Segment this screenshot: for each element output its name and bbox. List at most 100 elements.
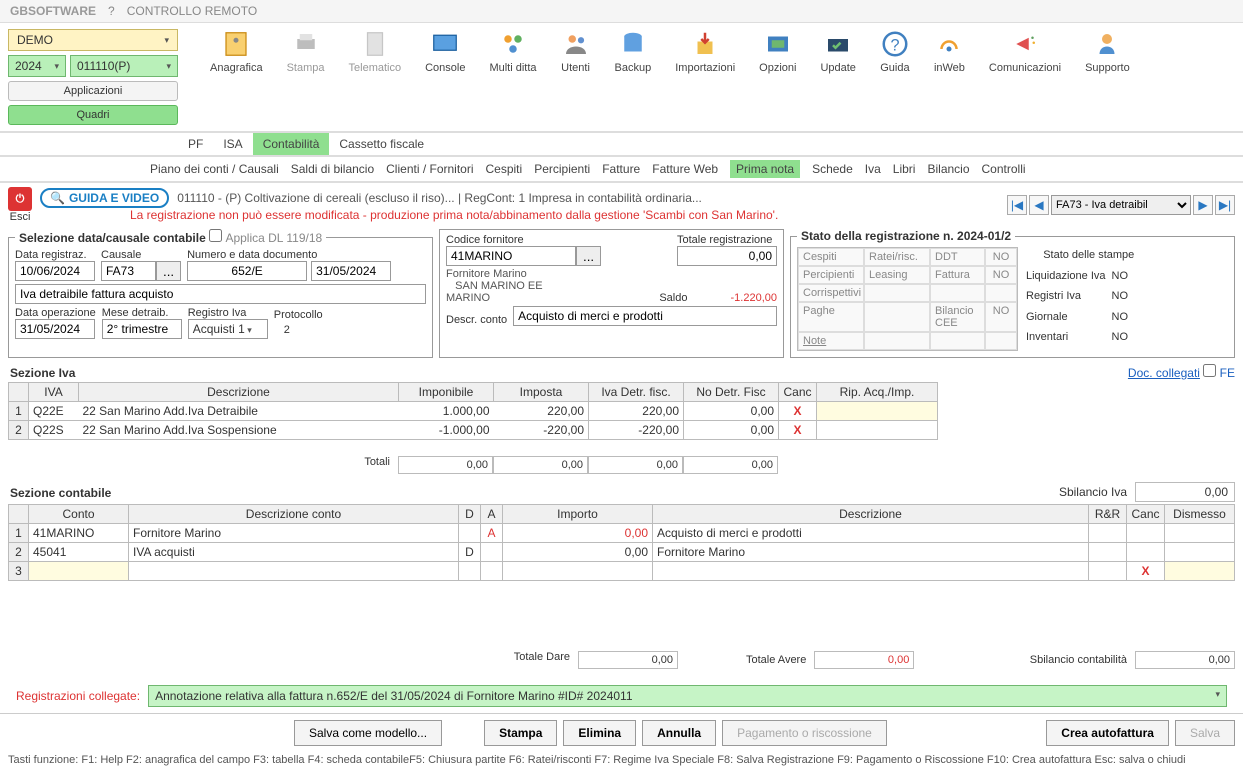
numero-doc-input[interactable] bbox=[187, 261, 307, 281]
saldo-value: -1.220,00 bbox=[731, 292, 777, 304]
iva-row-delete[interactable]: X bbox=[793, 423, 801, 437]
data-registrazione-input[interactable] bbox=[15, 261, 95, 281]
record-pager: |◀ ◀ FA73 - Iva detraibil ▶ ▶| bbox=[1007, 195, 1235, 215]
contabile-row[interactable]: 141MARINOFornitore Marino A 0,00Acquisto… bbox=[9, 524, 1235, 543]
stampa-button[interactable]: Stampa bbox=[484, 720, 557, 746]
contabile-row[interactable]: 3 X bbox=[9, 562, 1235, 581]
salva-button[interactable]: Salva bbox=[1175, 720, 1235, 746]
tool-multiditta[interactable]: Multi ditta bbox=[489, 29, 536, 74]
contabile-row[interactable]: 245041IVA acquisti D 0,00Fornitore Marin… bbox=[9, 543, 1235, 562]
dl119-checkbox[interactable] bbox=[209, 229, 222, 242]
esci-button[interactable]: ⏻ Esci bbox=[8, 187, 32, 223]
data-doc-input[interactable] bbox=[311, 261, 391, 281]
elimina-button[interactable]: Elimina bbox=[563, 720, 636, 746]
guida-video-button[interactable]: 🔍 GUIDA E VIDEO bbox=[40, 188, 169, 208]
code-select[interactable]: 011110(P) bbox=[70, 55, 178, 77]
nav-tabs-2: Piano dei conti / Causali Saldi di bilan… bbox=[0, 157, 1243, 183]
tool-stampa[interactable]: Stampa bbox=[287, 29, 325, 74]
protocollo-value: 2 bbox=[274, 321, 323, 339]
crea-autofattura-button[interactable]: Crea autofattura bbox=[1046, 720, 1169, 746]
tool-opzioni[interactable]: Opzioni bbox=[759, 29, 796, 74]
sub-bilancio[interactable]: Bilancio bbox=[927, 162, 969, 176]
tool-inweb[interactable]: inWeb bbox=[934, 29, 965, 74]
sub-percipienti[interactable]: Percipienti bbox=[534, 162, 590, 176]
descrizione-input[interactable] bbox=[15, 284, 426, 304]
tab-cassetto[interactable]: Cassetto fiscale bbox=[329, 133, 434, 155]
sub-iva[interactable]: Iva bbox=[865, 162, 881, 176]
sub-schede[interactable]: Schede bbox=[812, 162, 853, 176]
descr-conto-input[interactable] bbox=[513, 306, 777, 326]
totale-dare-value: 0,00 bbox=[578, 651, 678, 669]
fe-checkbox[interactable] bbox=[1203, 364, 1216, 377]
iva-row-delete[interactable]: X bbox=[793, 404, 801, 418]
year-select[interactable]: 2024 bbox=[8, 55, 66, 77]
tool-importazioni[interactable]: Importazioni bbox=[675, 29, 735, 74]
tool-anagrafica[interactable]: Anagrafica bbox=[210, 29, 263, 74]
annulla-button[interactable]: Annulla bbox=[642, 720, 716, 746]
selezione-fieldset: Selezione data/causale contabile Applica… bbox=[8, 229, 433, 358]
data-operazione-input[interactable] bbox=[15, 319, 95, 339]
tool-backup[interactable]: Backup bbox=[615, 29, 652, 74]
reg-collegate-label: Registrazioni collegate: bbox=[16, 689, 140, 703]
sub-fatture[interactable]: Fatture bbox=[602, 162, 640, 176]
causale-lookup[interactable]: ... bbox=[156, 261, 181, 281]
footer-buttons: Salva come modello... Stampa Elimina Ann… bbox=[0, 713, 1243, 752]
pager-select[interactable]: FA73 - Iva detraibil bbox=[1051, 195, 1191, 215]
stato-fieldset: Stato della registrazione n. 2024-01/2 C… bbox=[790, 229, 1235, 358]
sbilancio-cont-value: 0,00 bbox=[1135, 651, 1235, 669]
iva-row[interactable]: 1 Q22E 22 San Marino Add.Iva Detraibile … bbox=[9, 402, 938, 421]
note-link[interactable]: Note bbox=[798, 332, 864, 350]
sezione-iva-label: Sezione Iva bbox=[8, 362, 75, 382]
sub-piano-conti[interactable]: Piano dei conti / Causali bbox=[150, 162, 279, 176]
pagamento-button[interactable]: Pagamento o riscossione bbox=[722, 720, 887, 746]
sbilancio-iva-value: 0,00 bbox=[1135, 482, 1235, 502]
tool-supporto[interactable]: Supporto bbox=[1085, 29, 1130, 74]
sub-saldi[interactable]: Saldi di bilancio bbox=[291, 162, 374, 176]
tab-isa[interactable]: ISA bbox=[213, 133, 252, 155]
iva-row[interactable]: 2 Q22S 22 San Marino Add.Iva Sospensione… bbox=[9, 421, 938, 440]
totale-avere-value: 0,00 bbox=[814, 651, 914, 669]
reg-collegate-select[interactable]: Annotazione relativa alla fattura n.652/… bbox=[148, 685, 1227, 707]
tool-comunicazioni[interactable]: Comunicazioni bbox=[989, 29, 1061, 74]
sub-prima-nota[interactable]: Prima nota bbox=[730, 160, 800, 178]
mese-detraib-input[interactable] bbox=[102, 319, 182, 339]
function-keys-help: Tasti funzione: F1: Help F2: anagrafica … bbox=[0, 752, 1243, 772]
demo-select[interactable]: DEMO bbox=[8, 29, 178, 51]
sub-fatture-web[interactable]: Fatture Web bbox=[652, 162, 718, 176]
power-icon: ⏻ bbox=[8, 187, 32, 211]
pager-first[interactable]: |◀ bbox=[1007, 195, 1027, 215]
warning-text: La registrazione non può essere modifica… bbox=[130, 208, 778, 222]
tool-telematico[interactable]: Telematico bbox=[349, 29, 402, 74]
codice-fornitore-input[interactable] bbox=[446, 246, 576, 266]
tool-console[interactable]: Console bbox=[425, 29, 465, 74]
pager-last[interactable]: ▶| bbox=[1215, 195, 1235, 215]
nav-tabs-1: PF ISA Contabilità Cassetto fiscale bbox=[0, 133, 1243, 157]
applicazioni-button[interactable]: Applicazioni bbox=[8, 81, 178, 101]
salva-modello-button[interactable]: Salva come modello... bbox=[294, 720, 442, 746]
doc-collegati-link[interactable]: Doc. collegati bbox=[1128, 366, 1200, 380]
sub-libri[interactable]: Libri bbox=[893, 162, 916, 176]
remote-control[interactable]: CONTROLLO REMOTO bbox=[127, 4, 257, 18]
pager-prev[interactable]: ◀ bbox=[1029, 195, 1049, 215]
tool-utenti[interactable]: Utenti bbox=[561, 29, 591, 74]
registro-iva-select[interactable]: Acquisti 1 bbox=[188, 319, 268, 339]
tool-guida[interactable]: ?Guida bbox=[880, 29, 910, 74]
totale-registrazione bbox=[677, 246, 777, 266]
app-brand: GBSOFTWARE bbox=[10, 4, 96, 18]
causale-input[interactable] bbox=[101, 261, 156, 281]
sub-controlli[interactable]: Controlli bbox=[982, 162, 1026, 176]
quadri-button[interactable]: Quadri bbox=[8, 105, 178, 125]
ribbon: DEMO 2024 011110(P) Applicazioni Quadri … bbox=[0, 23, 1243, 133]
tab-contabilita[interactable]: Contabilità bbox=[253, 133, 330, 155]
sub-clienti-fornitori[interactable]: Clienti / Fornitori bbox=[386, 162, 473, 176]
fornitore-fieldset: Codice fornitore... Totale registrazione… bbox=[439, 229, 784, 358]
cont-row-delete[interactable]: X bbox=[1141, 564, 1149, 578]
tool-update[interactable]: Update bbox=[820, 29, 855, 74]
help-q[interactable]: ? bbox=[108, 4, 115, 18]
pager-next[interactable]: ▶ bbox=[1193, 195, 1213, 215]
magnifier-icon: 🔍 bbox=[50, 191, 65, 205]
tab-pf[interactable]: PF bbox=[178, 133, 213, 155]
sub-cespiti[interactable]: Cespiti bbox=[486, 162, 523, 176]
stato-stampe: Stato delle stampe Liquidazione IvaNO Re… bbox=[1026, 247, 1152, 351]
fornitore-lookup[interactable]: ... bbox=[576, 246, 601, 266]
